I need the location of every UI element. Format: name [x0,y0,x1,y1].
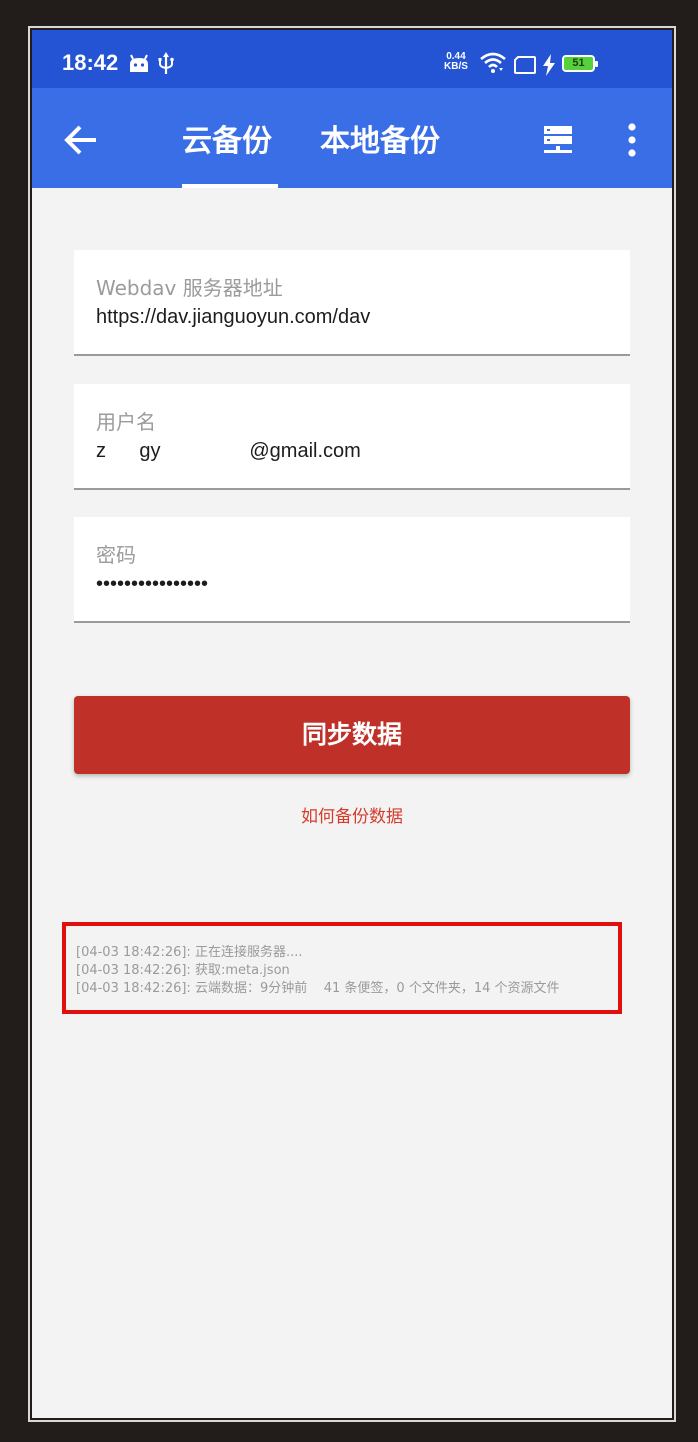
tab-local-backup[interactable]: 本地备份 [320,116,440,160]
username-field[interactable]: 用户名 z gy @gmail.com [74,384,630,490]
server-address-label: Webdav 服务器地址 [96,276,283,300]
back-arrow-icon[interactable] [62,120,102,160]
log-highlight-box [62,922,622,1014]
phone-screen: 18:42 0.44 KB/S 51 云备份 本地备份 Webdav 服务器地址… [32,30,672,1418]
server-icon[interactable] [542,124,574,156]
username-input[interactable]: z gy @gmail.com [96,440,606,463]
screen-cast-icon [514,56,536,74]
password-field[interactable]: 密码 •••••••••••••••• [74,517,630,623]
speed-unit: KB/S [444,61,468,72]
more-options-icon[interactable] [622,122,642,158]
password-label: 密码 [96,543,136,567]
android-icon [130,54,148,72]
password-input[interactable]: •••••••••••••••• [96,573,606,596]
usb-icon [158,52,174,74]
active-tab-indicator [182,184,278,188]
battery-indicator: 51 [562,55,598,72]
server-address-input[interactable]: https://dav.jianguoyun.com/dav [96,306,606,329]
clock: 18:42 [62,50,119,75]
username-label: 用户名 [96,410,156,434]
sync-data-button[interactable]: 同步数据 [74,696,630,774]
server-address-field[interactable]: Webdav 服务器地址 https://dav.jianguoyun.com/… [74,250,630,356]
wifi-icon [480,52,506,73]
app-bar: 云备份 本地备份 [32,88,672,188]
network-speed: 0.44 KB/S [444,52,468,72]
how-to-backup-link[interactable]: 如何备份数据 [32,802,672,827]
tab-cloud-backup[interactable]: 云备份 [182,116,272,160]
status-bar: 18:42 0.44 KB/S 51 [32,30,672,88]
charging-icon [543,54,555,76]
